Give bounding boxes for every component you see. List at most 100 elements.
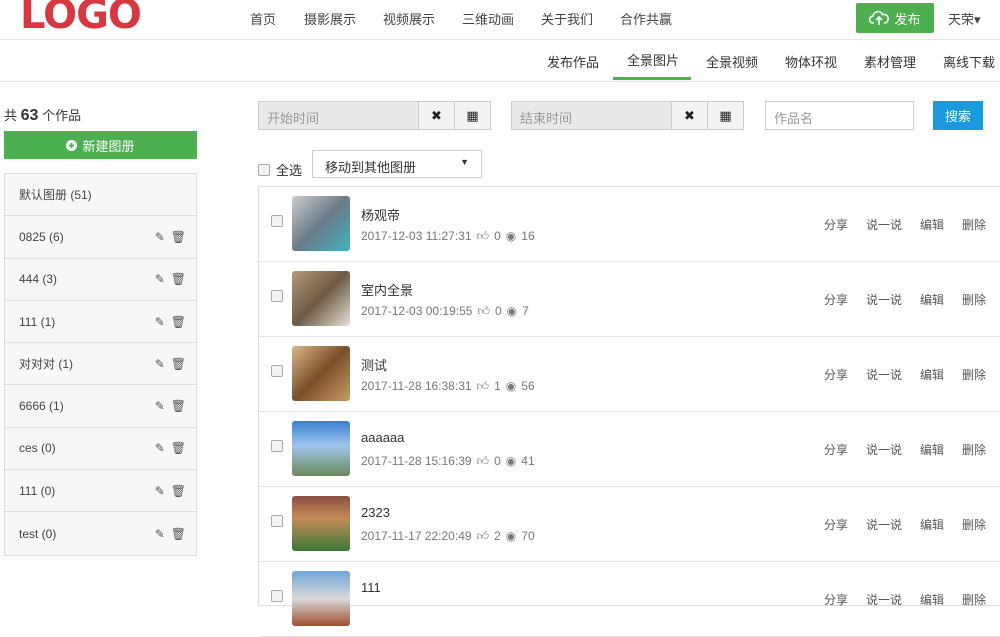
nav-photography[interactable]: 摄影展示: [304, 9, 356, 28]
trash-icon[interactable]: 🗑: [171, 357, 186, 371]
work-thumbnail[interactable]: [292, 271, 350, 326]
album-item[interactable]: 默认图册 (51): [5, 174, 196, 217]
work-date: 2017-12-03 11:27:31: [361, 229, 472, 243]
share-link[interactable]: 分享: [824, 291, 848, 308]
album-item[interactable]: 111 (1) ✎ 🗑: [5, 301, 196, 344]
work-thumbnail[interactable]: [292, 421, 350, 476]
edit-icon[interactable]: ✎: [155, 357, 165, 371]
trash-icon[interactable]: 🗑: [171, 441, 186, 455]
tab-object-view[interactable]: 物体环视: [785, 52, 837, 71]
comment-link[interactable]: 说一说: [866, 216, 902, 233]
comment-link[interactable]: 说一说: [866, 291, 902, 308]
select-all[interactable]: 全选: [258, 160, 302, 179]
row-checkbox[interactable]: [271, 290, 283, 302]
album-item[interactable]: ces (0) ✎ 🗑: [5, 428, 196, 471]
work-title[interactable]: 室内全景: [361, 280, 413, 299]
nav-home[interactable]: 首页: [250, 9, 276, 28]
comment-link[interactable]: 说一说: [866, 366, 902, 383]
share-link[interactable]: 分享: [824, 441, 848, 458]
trash-icon[interactable]: 🗑: [171, 272, 186, 286]
start-calendar-button[interactable]: ▦: [454, 101, 491, 130]
tab-offline-download[interactable]: 离线下载: [943, 52, 995, 71]
album-item[interactable]: 对对对 (1) ✎ 🗑: [5, 343, 196, 386]
end-calendar-button[interactable]: ▦: [707, 101, 744, 130]
work-title[interactable]: 111: [361, 580, 381, 595]
row-checkbox[interactable]: [271, 515, 283, 527]
work-thumbnail[interactable]: [292, 496, 350, 551]
row-checkbox[interactable]: [271, 365, 283, 377]
edit-icon[interactable]: ✎: [155, 441, 165, 455]
thumbs-up-icon: 👍︎: [476, 229, 490, 243]
end-time-input[interactable]: 结束时间: [511, 101, 672, 130]
trash-icon[interactable]: 🗑: [171, 315, 186, 329]
select-all-checkbox[interactable]: [258, 163, 270, 176]
work-thumbnail[interactable]: [292, 571, 350, 626]
trash-icon[interactable]: 🗑: [171, 484, 186, 498]
album-item[interactable]: test (0) ✎ 🗑: [5, 512, 196, 554]
album-label: ces (0): [19, 441, 56, 456]
nav-about[interactable]: 关于我们: [541, 9, 593, 28]
publish-button[interactable]: 发布: [856, 3, 934, 33]
work-title[interactable]: aaaaaa: [361, 430, 404, 445]
view-count: 16: [521, 229, 535, 243]
tab-materials[interactable]: 素材管理: [864, 52, 916, 71]
logo[interactable]: LOGO: [20, 0, 142, 38]
album-item[interactable]: 6666 (1) ✎ 🗑: [5, 385, 196, 428]
new-album-button[interactable]: 新建图册: [4, 131, 197, 159]
tab-panorama-video[interactable]: 全景视频: [706, 52, 758, 71]
work-thumbnail[interactable]: [292, 346, 350, 401]
edit-icon[interactable]: ✎: [155, 230, 165, 244]
edit-icon[interactable]: ✎: [155, 315, 165, 329]
tab-panorama-images[interactable]: 全景图片: [627, 50, 679, 69]
delete-link[interactable]: 删除: [962, 291, 986, 308]
row-checkbox[interactable]: [271, 215, 283, 227]
work-title[interactable]: 测试: [361, 355, 387, 374]
edit-link[interactable]: 编辑: [920, 366, 944, 383]
album-item[interactable]: 111 (0) ✎ 🗑: [5, 470, 196, 513]
edit-icon[interactable]: ✎: [155, 484, 165, 498]
edit-link[interactable]: 编辑: [920, 516, 944, 533]
clear-end-button[interactable]: ✖: [671, 101, 708, 130]
move-to-album-select[interactable]: 移动到其他图册 ▼: [312, 150, 482, 178]
cloud-upload-icon: [869, 10, 890, 25]
delete-link[interactable]: 删除: [962, 366, 986, 383]
clear-start-button[interactable]: ✖: [418, 101, 455, 130]
comment-link[interactable]: 说一说: [866, 516, 902, 533]
start-time-input[interactable]: 开始时间: [258, 101, 419, 130]
work-thumbnail[interactable]: [292, 196, 350, 251]
album-item[interactable]: 444 (3) ✎ 🗑: [5, 259, 196, 301]
comment-link[interactable]: 说一说: [866, 441, 902, 458]
delete-link[interactable]: 删除: [962, 441, 986, 458]
share-link[interactable]: 分享: [824, 516, 848, 533]
album-item[interactable]: 0825 (6) ✎ 🗑: [5, 216, 196, 259]
work-title[interactable]: 杨观帝: [361, 205, 400, 224]
work-name-input[interactable]: 作品名: [765, 101, 914, 130]
edit-icon[interactable]: ✎: [155, 272, 165, 286]
edit-icon[interactable]: ✎: [155, 527, 165, 541]
work-title[interactable]: 2323: [361, 505, 390, 520]
view-count: 41: [521, 454, 535, 468]
user-menu[interactable]: 天荣▾: [948, 9, 981, 28]
delete-link[interactable]: 删除: [962, 516, 986, 533]
trash-icon[interactable]: 🗑: [171, 399, 186, 413]
share-link[interactable]: 分享: [824, 366, 848, 383]
work-meta: 2017-11-28 15:16:39 👍︎ 0 ◉ 41: [361, 454, 535, 469]
thumbs-up-icon: 👍︎: [476, 529, 490, 543]
row-checkbox[interactable]: [271, 440, 283, 452]
edit-link[interactable]: 编辑: [920, 441, 944, 458]
edit-icon[interactable]: ✎: [155, 399, 165, 413]
tab-publish-work[interactable]: 发布作品: [547, 52, 599, 71]
trash-icon[interactable]: 🗑: [171, 230, 186, 244]
trash-icon[interactable]: 🗑: [171, 527, 186, 541]
share-link[interactable]: 分享: [824, 216, 848, 233]
search-button[interactable]: 搜索: [933, 101, 983, 130]
sub-nav: 发布作品 全景图片 全景视频 物体环视 素材管理 离线下载: [0, 40, 1000, 82]
edit-link[interactable]: 编辑: [920, 291, 944, 308]
nav-video[interactable]: 视频展示: [383, 9, 435, 28]
row-checkbox[interactable]: [271, 590, 283, 602]
delete-link[interactable]: 删除: [962, 216, 986, 233]
edit-link[interactable]: 编辑: [920, 216, 944, 233]
plus-circle-icon: [66, 139, 78, 151]
nav-3d-animation[interactable]: 三维动画: [462, 9, 514, 28]
nav-cooperation[interactable]: 合作共赢: [620, 9, 672, 28]
